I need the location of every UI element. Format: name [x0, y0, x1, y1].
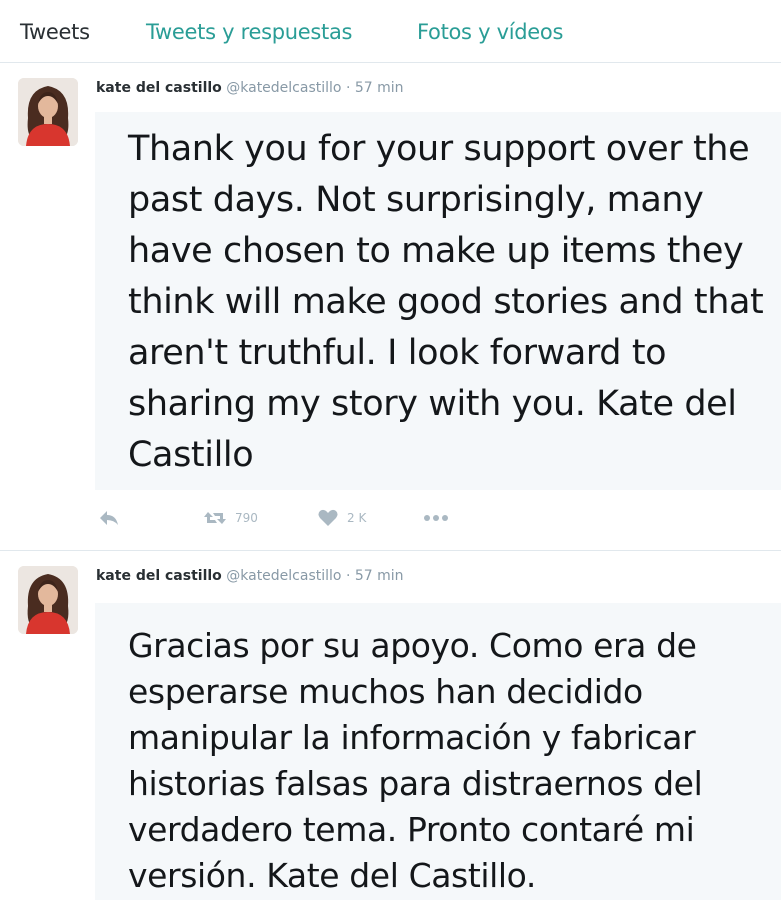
avatar[interactable] [18, 566, 78, 634]
tweet-header: kate del castillo @katedelcastillo · 57 … [96, 568, 404, 584]
tab-photos-and-videos[interactable]: Fotos y vídeos [417, 20, 563, 44]
separator: · [345, 80, 351, 96]
tweet-text: Gracias por su apoyo. Como era de espera… [128, 626, 703, 895]
timestamp[interactable]: 57 min [355, 80, 404, 96]
tweet[interactable]: kate del castillo @katedelcastillo · 57 … [0, 62, 781, 550]
author-handle[interactable]: @katedelcastillo [226, 568, 341, 584]
tweet-actions: 790 2 K [95, 507, 515, 537]
profile-timeline: Tweets Tweets y respuestas Fotos y vídeo… [0, 0, 781, 900]
profile-photo-icon [18, 78, 78, 146]
profile-tabs: Tweets Tweets y respuestas Fotos y vídeo… [0, 0, 781, 63]
more-button[interactable] [423, 513, 449, 523]
avatar[interactable] [18, 78, 78, 146]
timestamp[interactable]: 57 min [355, 568, 404, 584]
author-name[interactable]: kate del castillo [96, 80, 222, 96]
tweet[interactable]: kate del castillo @katedelcastillo · 57 … [0, 551, 781, 900]
retweet-button[interactable]: 790 [203, 507, 258, 529]
tweet-header: kate del castillo @katedelcastillo · 57 … [96, 80, 404, 96]
author-name[interactable]: kate del castillo [96, 568, 222, 584]
profile-photo-icon [18, 566, 78, 634]
heart-icon [318, 509, 338, 526]
reply-icon [100, 511, 118, 525]
separator: · [345, 568, 351, 584]
retweet-icon [204, 512, 226, 524]
tweet-body: Thank you for your support over the past… [95, 112, 781, 490]
tab-tweets[interactable]: Tweets [20, 20, 90, 44]
author-handle[interactable]: @katedelcastillo [226, 80, 341, 96]
tweet-text: Thank you for your support over the past… [128, 129, 764, 475]
tweet-body: Gracias por su apoyo. Como era de espera… [95, 603, 781, 900]
retweet-count: 790 [235, 511, 258, 525]
tab-tweets-and-replies[interactable]: Tweets y respuestas [146, 20, 353, 44]
reply-button[interactable] [97, 507, 121, 529]
like-button[interactable]: 2 K [317, 507, 366, 529]
more-icon [424, 515, 448, 521]
like-count: 2 K [347, 511, 367, 525]
